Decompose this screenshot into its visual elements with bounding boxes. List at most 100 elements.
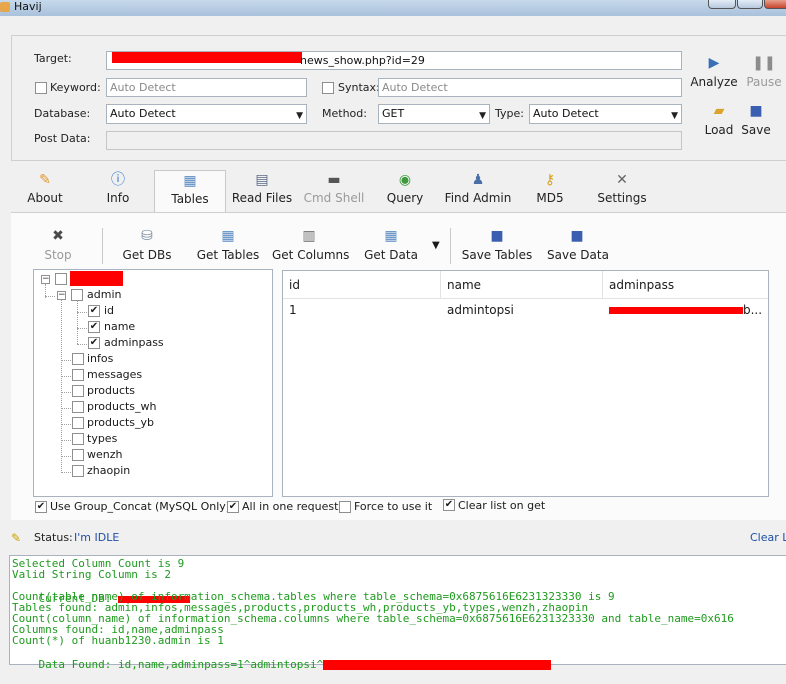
column-header-id[interactable]: id — [283, 271, 441, 299]
save-tables-button[interactable]: ■ Save Tables — [461, 228, 533, 262]
all-in-one-checkbox[interactable]: ✔ — [227, 501, 239, 513]
method-select[interactable]: GET ▼ — [378, 104, 490, 124]
table-cell-id[interactable]: 1 — [283, 301, 441, 319]
tools-icon: ✕ — [616, 172, 628, 188]
toolbar-separator — [102, 228, 103, 264]
save-data-label: Save Data — [547, 248, 609, 262]
tree-checkbox-table[interactable] — [72, 433, 84, 445]
type-label: Type: — [495, 107, 524, 120]
pause-button[interactable]: ❚❚ Pause — [744, 55, 784, 89]
keyword-label: Keyword: — [50, 81, 101, 94]
column-header-adminpass[interactable]: adminpass — [603, 271, 768, 299]
floppy-disk-icon: ■ — [749, 103, 763, 119]
tree-node-table[interactable]: types — [87, 432, 117, 446]
type-select[interactable]: Auto Detect ▼ — [529, 104, 682, 124]
syntax-input[interactable]: Auto Detect — [378, 78, 682, 97]
collapse-icon[interactable]: − — [41, 275, 50, 284]
tree-checkbox-table[interactable] — [72, 385, 84, 397]
tree-checkbox-table[interactable] — [72, 449, 84, 461]
clear-list-label: Clear list on get — [458, 499, 546, 512]
document-icon: ▤ — [255, 172, 269, 188]
chevron-down-icon: ▼ — [479, 111, 486, 121]
redacted-url-part — [112, 52, 302, 63]
tree-checkbox-table[interactable] — [72, 369, 84, 381]
force-checkbox[interactable] — [339, 501, 351, 513]
tab-settings[interactable]: ✕ Settings — [596, 170, 648, 212]
tree-checkbox-id[interactable]: ✔ — [88, 305, 100, 317]
get-columns-button[interactable]: ▥ Get Columns — [272, 228, 349, 262]
keyword-input[interactable]: Auto Detect — [106, 78, 307, 97]
chevron-down-icon: ▼ — [671, 111, 678, 121]
tree-node-table[interactable]: zhaopin — [87, 464, 130, 478]
load-button[interactable]: ▰ Load — [700, 103, 738, 137]
tab-about[interactable]: ✎ About — [22, 170, 68, 212]
tree-node-table[interactable]: messages — [87, 368, 142, 382]
data-grid[interactable]: id name adminpass 1 admintopsi b... — [282, 270, 769, 497]
tab-read-files[interactable]: ▤ Read Files — [230, 170, 294, 212]
tab-cmd-shell[interactable]: ▬ Cmd Shell — [303, 170, 365, 212]
clear-list-checkbox[interactable]: ✔ — [443, 499, 455, 511]
tree-node-column[interactable]: name — [104, 320, 135, 334]
tab-info[interactable]: ⓘ Info — [100, 170, 136, 212]
schema-tree[interactable]: − − admin ✔ id ✔ name ✔ adminpass infos … — [33, 269, 273, 497]
floppy-disk-icon: ■ — [570, 228, 584, 244]
type-value: Auto Detect — [533, 107, 599, 120]
tab-md5[interactable]: ⚷ MD5 — [534, 170, 566, 212]
group-concat-checkbox[interactable]: ✔ — [35, 501, 47, 513]
analyze-button[interactable]: ▶ Analyze — [690, 55, 738, 89]
tab-tables[interactable]: ▦ Tables — [154, 170, 226, 212]
tree-node-table[interactable]: products_yb — [87, 416, 154, 430]
tree-node-table[interactable]: infos — [87, 352, 113, 366]
tree-node-column[interactable]: id — [104, 304, 114, 318]
get-data-dropdown-icon[interactable]: ▼ — [432, 240, 440, 251]
terminal-icon: ▬ — [327, 172, 341, 188]
pause-label: Pause — [746, 75, 782, 89]
tree-checkbox-admin[interactable] — [71, 289, 83, 301]
column-header-name[interactable]: name — [441, 271, 603, 299]
save-side-button[interactable]: ■ Save — [738, 103, 774, 137]
save-data-button[interactable]: ■ Save Data — [547, 228, 609, 262]
tab-query[interactable]: ◉ Query — [384, 170, 426, 212]
tree-checkbox-table[interactable] — [72, 353, 84, 365]
tree-node-table[interactable]: wenzh — [87, 448, 122, 462]
query-icon: ◉ — [398, 172, 412, 188]
tab-find-admin-label: Find Admin — [444, 191, 512, 205]
save-label: Save — [741, 123, 771, 137]
load-label: Load — [704, 123, 734, 137]
table-cell-name[interactable]: admintopsi — [441, 301, 603, 319]
tab-md5-label: MD5 — [536, 191, 564, 205]
tab-find-admin[interactable]: ♟ Find Admin — [442, 170, 514, 212]
tree-checkbox-db[interactable] — [55, 273, 67, 285]
tab-query-label: Query — [386, 191, 424, 205]
tree-node-column[interactable]: adminpass — [104, 336, 164, 350]
redacted-password — [609, 307, 743, 314]
target-url-input[interactable]: news_show.php?id=29 — [106, 51, 682, 70]
get-data-button[interactable]: ▦ Get Data — [364, 228, 418, 262]
syntax-checkbox[interactable] — [322, 82, 334, 94]
database-select[interactable]: Auto Detect ▼ — [106, 104, 307, 124]
tree-checkbox-table[interactable] — [72, 401, 84, 413]
keyword-checkbox[interactable] — [35, 82, 47, 94]
clear-log-link[interactable]: Clear Lo — [750, 531, 786, 544]
tree-checkbox-name[interactable]: ✔ — [88, 321, 100, 333]
tree-checkbox-table[interactable] — [72, 465, 84, 477]
minimize-button[interactable] — [708, 0, 736, 9]
tree-node-admin[interactable]: admin — [87, 288, 121, 302]
postdata-input[interactable] — [106, 131, 682, 150]
tree-checkbox-adminpass[interactable]: ✔ — [88, 337, 100, 349]
redacted-data — [323, 660, 552, 670]
get-dbs-button[interactable]: ⛁ Get DBs — [121, 228, 173, 262]
collapse-icon[interactable]: − — [57, 291, 66, 300]
log-output[interactable]: Selected Column Count is 9 Valid String … — [9, 555, 786, 671]
all-in-one-label: All in one request. — [242, 500, 342, 513]
tree-node-table[interactable]: products — [87, 384, 135, 398]
table-cell-adminpass[interactable]: b... — [603, 301, 768, 319]
get-tables-button[interactable]: ▦ Get Tables — [196, 228, 260, 262]
pen-icon: ✎ — [39, 172, 51, 188]
tree-node-table[interactable]: products_wh — [87, 400, 157, 414]
stop-button[interactable]: ✖ Stop — [43, 228, 73, 262]
database-icon: ⛁ — [141, 228, 153, 244]
close-button[interactable] — [764, 0, 786, 9]
maximize-button[interactable] — [737, 0, 763, 9]
tree-checkbox-table[interactable] — [72, 417, 84, 429]
